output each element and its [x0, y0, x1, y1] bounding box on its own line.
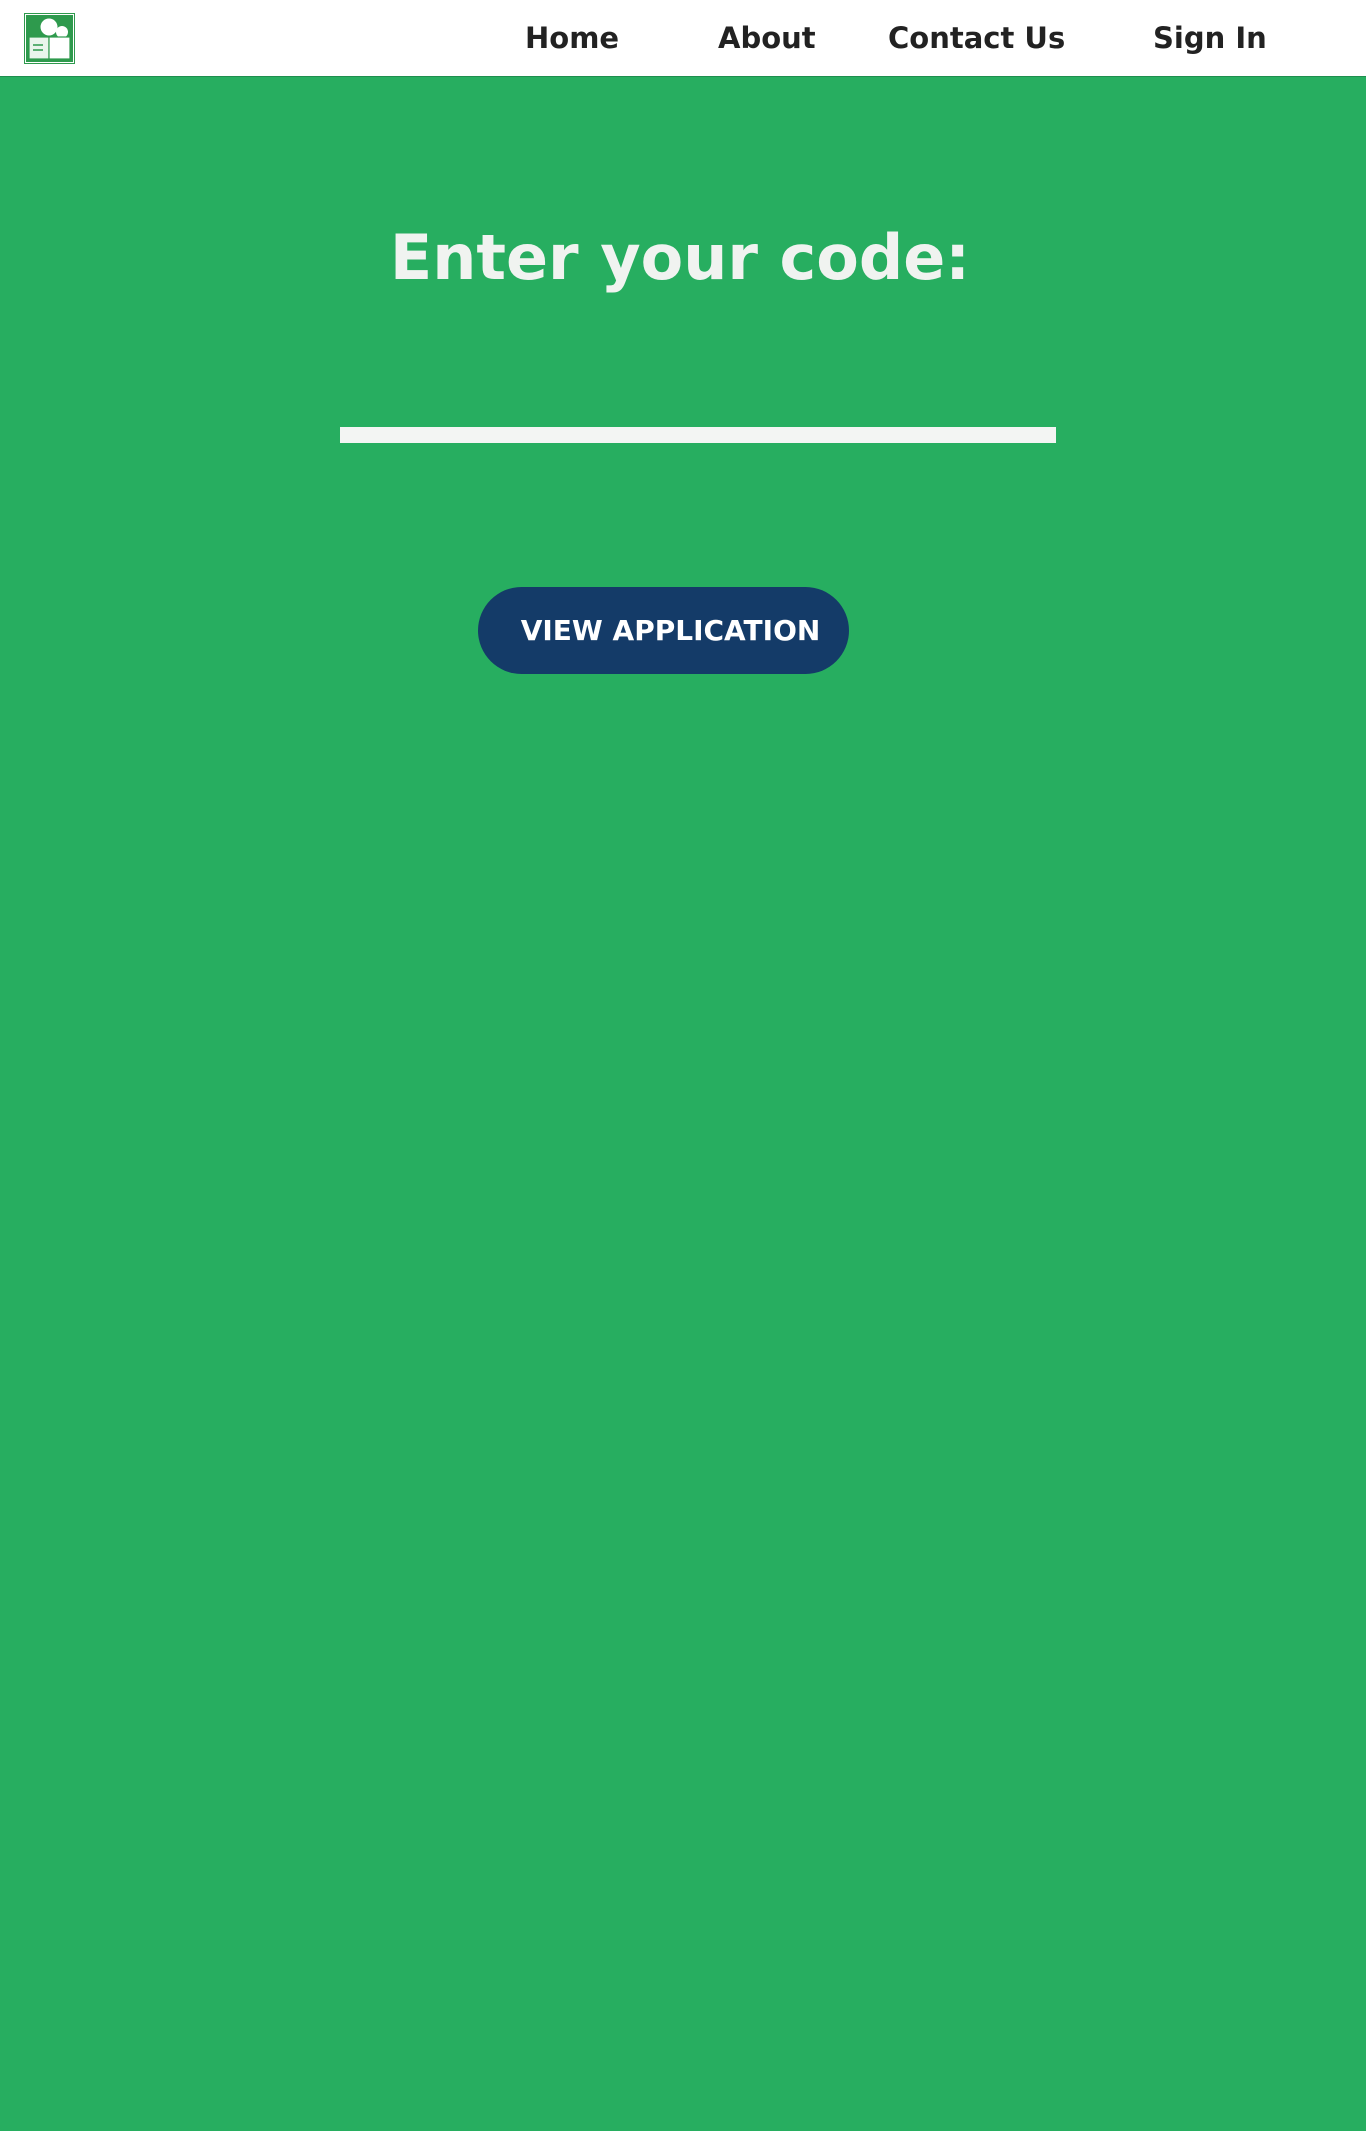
view-application-button[interactable]: VIEW APPLICATION: [478, 587, 849, 674]
logo-icon[interactable]: [24, 13, 75, 64]
code-input[interactable]: [340, 427, 1056, 443]
nav-about-link[interactable]: About: [718, 0, 816, 77]
family-dictionary-logo-icon: [24, 13, 75, 64]
nav-signin-link[interactable]: Sign In: [1153, 0, 1267, 77]
top-navbar: Home About Contact Us Sign In: [0, 0, 1366, 77]
page-title: Enter your code:: [389, 221, 971, 294]
nav-contact-link[interactable]: Contact Us: [888, 0, 1065, 77]
nav-home-link[interactable]: Home: [525, 0, 619, 77]
